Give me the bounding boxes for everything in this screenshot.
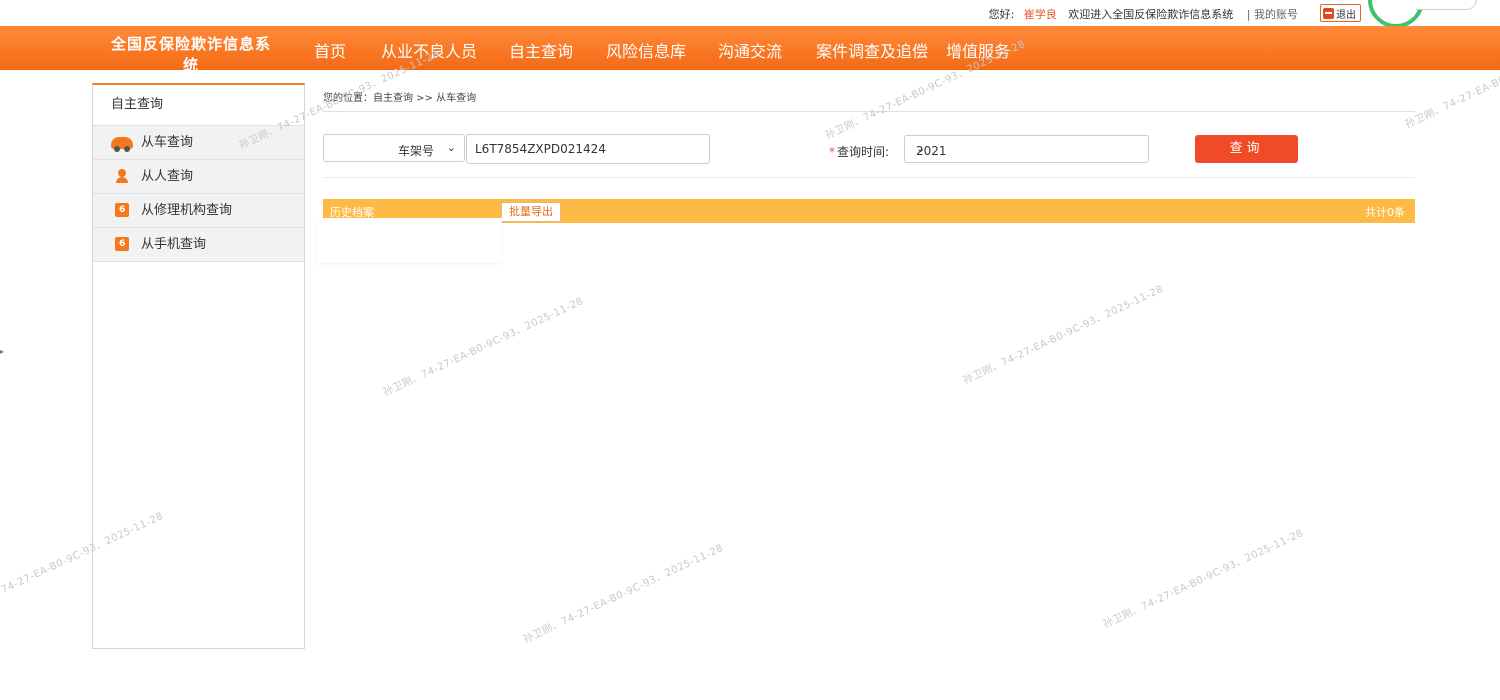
- username-link[interactable]: 崔学良: [1024, 8, 1057, 21]
- nav-item-risk-library[interactable]: 风险信息库: [606, 38, 686, 62]
- divider: [323, 177, 1415, 178]
- nav-item-communication[interactable]: 沟通交流: [718, 38, 782, 62]
- user-info: 您好: 崔学良 欢迎进入全国反保险欺诈信息系统 | 我的账号: [989, 6, 1304, 22]
- query-time-label: * 查询时间:: [829, 143, 889, 160]
- query-button[interactable]: 查询: [1195, 135, 1298, 163]
- sidebar-item-vehicle-query[interactable]: 从车查询: [93, 125, 304, 159]
- greeting-text: 您好:: [988, 8, 1015, 21]
- required-mark: *: [829, 145, 835, 159]
- nav-item-value-added[interactable]: 增值服务: [946, 38, 1010, 62]
- dropdown-panel: [316, 218, 502, 263]
- sidebar: 自主查询 从车查询 从人查询 从修理机构查询 从手机查询: [92, 83, 305, 649]
- search-type-value: 车架号: [397, 144, 434, 158]
- watermark: 孙卫刚、74-27-EA-B0-9C-93、2025-11-28: [1101, 527, 1306, 631]
- floating-widget[interactable]: [1416, 0, 1477, 10]
- sidebar-item-label: 从修理机构查询: [141, 203, 233, 218]
- chevron-down-icon: ⌄: [446, 141, 456, 154]
- car-icon: [111, 137, 133, 152]
- breadcrumb: 您的位置：自主查询 >> 从车查询: [323, 93, 477, 104]
- query-time-label-text: 查询时间:: [837, 145, 890, 159]
- watermark: 孙卫刚、74-27-EA-B0-9C-93、2025-11-28: [961, 283, 1166, 387]
- logout-label: 退出: [1336, 9, 1356, 21]
- logout-icon: [1323, 7, 1334, 19]
- sidebar-item-person-query[interactable]: 从人查询: [93, 159, 304, 193]
- nav-item-home[interactable]: 首页: [314, 38, 346, 62]
- vin-input[interactable]: [466, 134, 710, 164]
- calendar-icon: [115, 237, 129, 251]
- my-account-link[interactable]: | 我的账号: [1247, 8, 1298, 21]
- top-bar: 您好: 崔学良 欢迎进入全国反保险欺诈信息系统 | 我的账号 退出: [0, 0, 1500, 28]
- watermark: 孙卫刚、74-27-EA-B0-9C-93、2025-11-28: [381, 295, 586, 399]
- nav-item-self-query[interactable]: 自主查询: [509, 38, 573, 62]
- divider: [323, 111, 1415, 112]
- nav-item-bad-personnel[interactable]: 从业不良人员: [381, 38, 477, 62]
- calendar-icon: [115, 203, 129, 217]
- watermark: 孙卫刚、74-27-EA-B0-9C-93、2025-11-28: [521, 542, 726, 646]
- sidebar-item-label: 从手机查询: [141, 237, 207, 252]
- sidebar-item-label: 从人查询: [141, 169, 194, 184]
- nav-item-case-investigation[interactable]: 案件调查及追偿: [816, 38, 928, 62]
- batch-export-button[interactable]: 批量导出: [501, 202, 561, 222]
- logo-title: 全国反保险欺诈信息系统: [110, 35, 271, 74]
- logo[interactable]: 全国反保险欺诈信息系统 NATIONAL ANTI INSURANCE FRAU…: [105, 33, 277, 84]
- sidebar-item-label: 从车查询: [141, 135, 194, 150]
- sidebar-item-phone-query[interactable]: 从手机查询: [93, 227, 304, 262]
- search-type-select[interactable]: 车架号 ⌄: [323, 134, 465, 162]
- collapse-arrow-icon[interactable]: ▸: [0, 347, 4, 356]
- sidebar-title: 自主查询: [93, 85, 304, 125]
- chevron-down-icon: ⌄: [916, 142, 926, 155]
- main-navbar: 全国反保险欺诈信息系统 NATIONAL ANTI INSURANCE FRAU…: [0, 26, 1500, 84]
- logout-button[interactable]: 退出: [1320, 4, 1361, 22]
- welcome-text: 欢迎进入全国反保险欺诈信息系统: [1068, 8, 1234, 21]
- total-count: 共计0条: [1365, 206, 1405, 219]
- query-time-select[interactable]: 2021 ⌄: [904, 135, 1149, 163]
- sidebar-item-repair-shop-query[interactable]: 从修理机构查询: [93, 193, 304, 227]
- person-icon: [115, 169, 129, 183]
